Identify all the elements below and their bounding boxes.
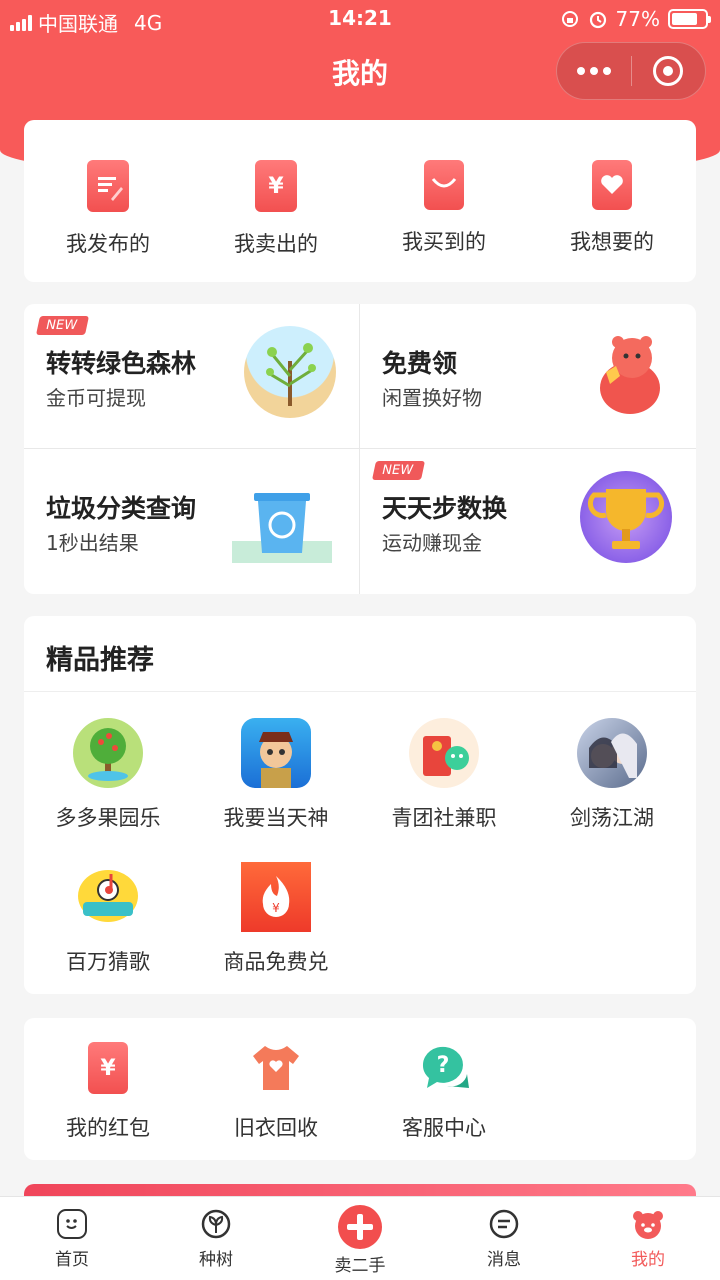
- app-label: 我要当天神: [223, 806, 329, 830]
- promo-title: 天天步数换: [382, 494, 508, 523]
- new-badge: NEW: [35, 316, 89, 335]
- more-dots-icon: [576, 67, 611, 75]
- recycle-bin-icon: [232, 471, 332, 563]
- trophy-icon: [580, 471, 672, 563]
- promo-title: 转转绿色森林: [46, 349, 197, 378]
- tab-label: 卖二手: [334, 1256, 386, 1276]
- service-red-packet[interactable]: ¥ 我的红包: [24, 1042, 192, 1142]
- service-label: 我的红包: [66, 1116, 150, 1140]
- order-label: 我卖出的: [234, 232, 318, 256]
- tree-icon: [244, 326, 336, 418]
- new-badge: NEW: [371, 461, 425, 480]
- svg-text:¥: ¥: [272, 901, 280, 915]
- promo-grid: NEW 转转绿色森林 金币可提现 免费领 闲置换好物 垃圾分类查询 1秒出结果 …: [24, 304, 696, 594]
- promo-subtitle: 运动赚现金: [382, 531, 482, 555]
- tab-label: 我的: [631, 1250, 665, 1270]
- flame-yuan-icon: ¥: [241, 862, 311, 932]
- sprout-icon: [201, 1209, 231, 1239]
- order-label: 我发布的: [66, 232, 150, 256]
- promo-subtitle: 金币可提现: [46, 386, 146, 410]
- app-qingtuanshe[interactable]: 青团社兼职: [360, 718, 528, 832]
- order-bought[interactable]: 我买到的: [360, 160, 528, 258]
- app-label: 剑荡江湖: [570, 806, 654, 830]
- plus-icon: [338, 1205, 382, 1249]
- section-title: 精品推荐: [46, 645, 154, 676]
- red-packet-icon: ¥: [88, 1042, 128, 1094]
- promo-title: 免费领: [382, 349, 458, 378]
- battery-percent: 77%: [615, 7, 660, 31]
- target-icon: [653, 56, 684, 86]
- promo-green-forest[interactable]: NEW 转转绿色森林 金币可提现: [24, 304, 360, 449]
- shopping-bag-icon: [424, 160, 464, 210]
- music-note-icon: [73, 862, 143, 932]
- battery-icon: [668, 9, 711, 29]
- app-duoduo-orchard[interactable]: 多多果园乐: [24, 718, 192, 832]
- edit-doc-icon: [87, 160, 129, 212]
- tab-messages[interactable]: 消息: [432, 1197, 576, 1280]
- home-face-icon: [57, 1209, 87, 1239]
- recommend-card: 精品推荐 多多果园乐 我要当天神 青团社兼职 剑荡江湖 百万猜歌 ¥ 商品免费兑: [24, 616, 696, 994]
- red-envelope-icon: [409, 718, 479, 788]
- order-wanted[interactable]: 我想要的: [528, 160, 696, 258]
- app-jiandang-jianghu[interactable]: 剑荡江湖: [528, 718, 696, 832]
- order-published[interactable]: 我发布的: [24, 160, 192, 258]
- miniprogram-capsule: [556, 42, 706, 100]
- tab-label: 种树: [199, 1250, 233, 1270]
- service-clothes-recycle[interactable]: 旧衣回收: [192, 1042, 360, 1142]
- app-label: 青团社兼职: [391, 806, 497, 830]
- service-help-center[interactable]: ? 客服中心: [360, 1042, 528, 1142]
- promo-subtitle: 闲置换好物: [382, 386, 482, 410]
- promo-subtitle: 1秒出结果: [46, 531, 139, 555]
- tab-home[interactable]: 首页: [0, 1197, 144, 1280]
- tab-label: 首页: [55, 1250, 89, 1270]
- services-card: ¥ 我的红包 旧衣回收 ? 客服中心: [24, 1018, 696, 1160]
- promo-garbage-sort[interactable]: 垃圾分类查询 1秒出结果: [24, 449, 360, 594]
- bear-gift-icon: [580, 326, 672, 418]
- app-label: 百万猜歌: [66, 950, 150, 974]
- app-label: 多多果园乐: [55, 806, 161, 830]
- game-character-icon: [241, 718, 311, 788]
- heart-card-icon: [592, 160, 632, 210]
- bear-profile-icon: [633, 1211, 663, 1239]
- swordsman-icon: [577, 718, 647, 788]
- promo-steps-exchange[interactable]: NEW 天天步数换 运动赚现金: [360, 449, 696, 594]
- app-be-a-god[interactable]: 我要当天神: [192, 718, 360, 832]
- order-label: 我想要的: [570, 230, 654, 254]
- orientation-lock-icon: [561, 11, 578, 27]
- alarm-icon: [589, 11, 606, 29]
- tab-plant-tree[interactable]: 种树: [144, 1197, 288, 1280]
- tab-bar: 首页 种树 卖二手 消息 我的: [0, 1196, 720, 1280]
- tab-sell[interactable]: 卖二手: [288, 1197, 432, 1280]
- yuan-receipt-icon: ¥: [255, 160, 297, 212]
- close-button[interactable]: [632, 43, 706, 99]
- promo-free-get[interactable]: 免费领 闲置换好物: [360, 304, 696, 449]
- tshirt-icon: [253, 1046, 299, 1090]
- more-button[interactable]: [557, 43, 631, 99]
- message-icon: [489, 1209, 519, 1239]
- tab-label: 消息: [487, 1250, 521, 1270]
- order-label: 我买到的: [402, 230, 486, 254]
- my-orders-card: 我发布的 ¥ 我卖出的 我买到的 我想要的: [24, 120, 696, 282]
- app-label: 商品免费兑: [223, 950, 329, 974]
- fruit-tree-icon: [73, 718, 143, 788]
- svg-text:?: ?: [437, 1053, 450, 1078]
- help-chat-icon: ?: [422, 1046, 469, 1088]
- promo-title: 垃圾分类查询: [46, 494, 197, 523]
- app-million-song-guess[interactable]: 百万猜歌: [24, 862, 192, 976]
- tab-mine[interactable]: 我的: [576, 1197, 720, 1280]
- order-sold[interactable]: ¥ 我卖出的: [192, 160, 360, 258]
- status-bar: 中国联通 4G 14:21 77%: [0, 0, 720, 38]
- service-label: 旧衣回收: [234, 1116, 318, 1140]
- app-free-exchange[interactable]: ¥ 商品免费兑: [192, 862, 360, 976]
- service-label: 客服中心: [402, 1116, 486, 1140]
